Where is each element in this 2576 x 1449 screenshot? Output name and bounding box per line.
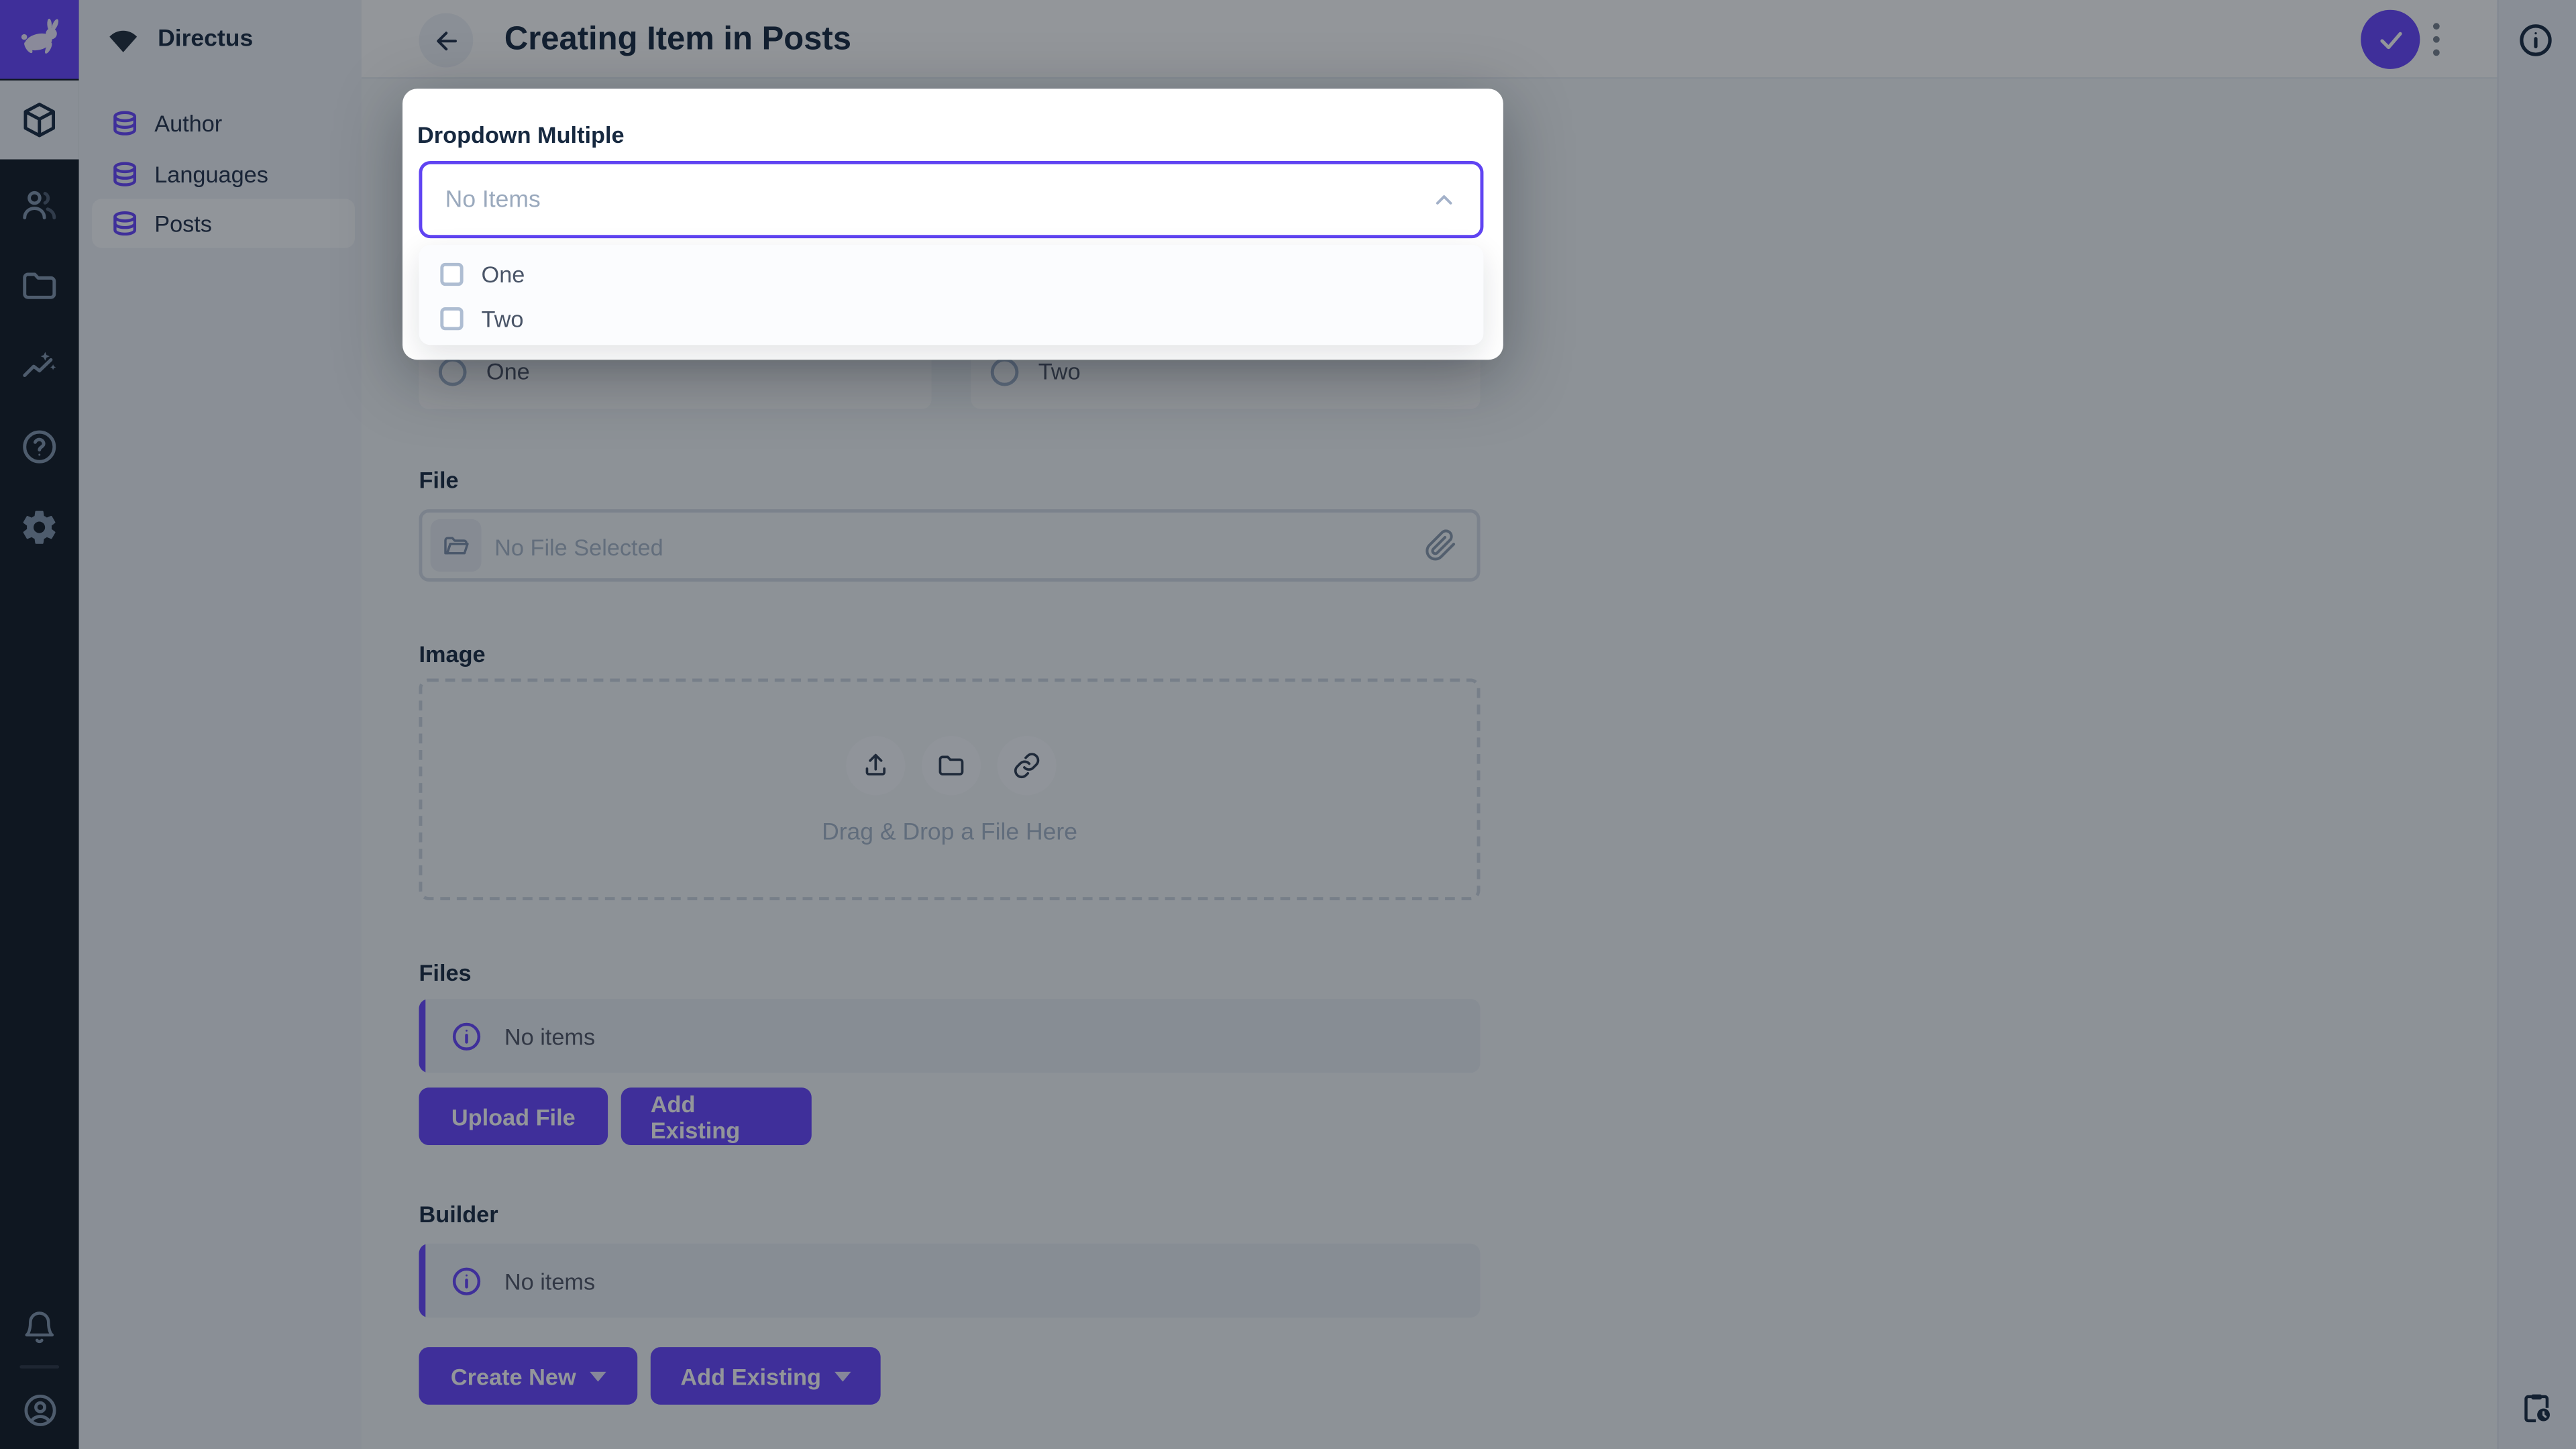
chevron-up-icon xyxy=(1436,194,1452,204)
dropdown-field-label: Dropdown Multiple xyxy=(417,121,625,148)
checkbox-icon[interactable] xyxy=(440,306,464,330)
dropdown-option-one[interactable]: One xyxy=(419,252,1483,296)
option-label: Two xyxy=(481,305,524,331)
dropdown-multiple-input[interactable]: No Items xyxy=(419,161,1484,239)
option-label: One xyxy=(481,260,525,287)
dropdown-option-two[interactable]: Two xyxy=(419,296,1483,340)
directus-app: Directus Author Languages Posts Creating… xyxy=(0,0,2576,1449)
dropdown-value: No Items xyxy=(445,186,541,213)
dropdown-menu: One Two xyxy=(419,244,1484,345)
checkbox-icon[interactable] xyxy=(440,262,464,285)
